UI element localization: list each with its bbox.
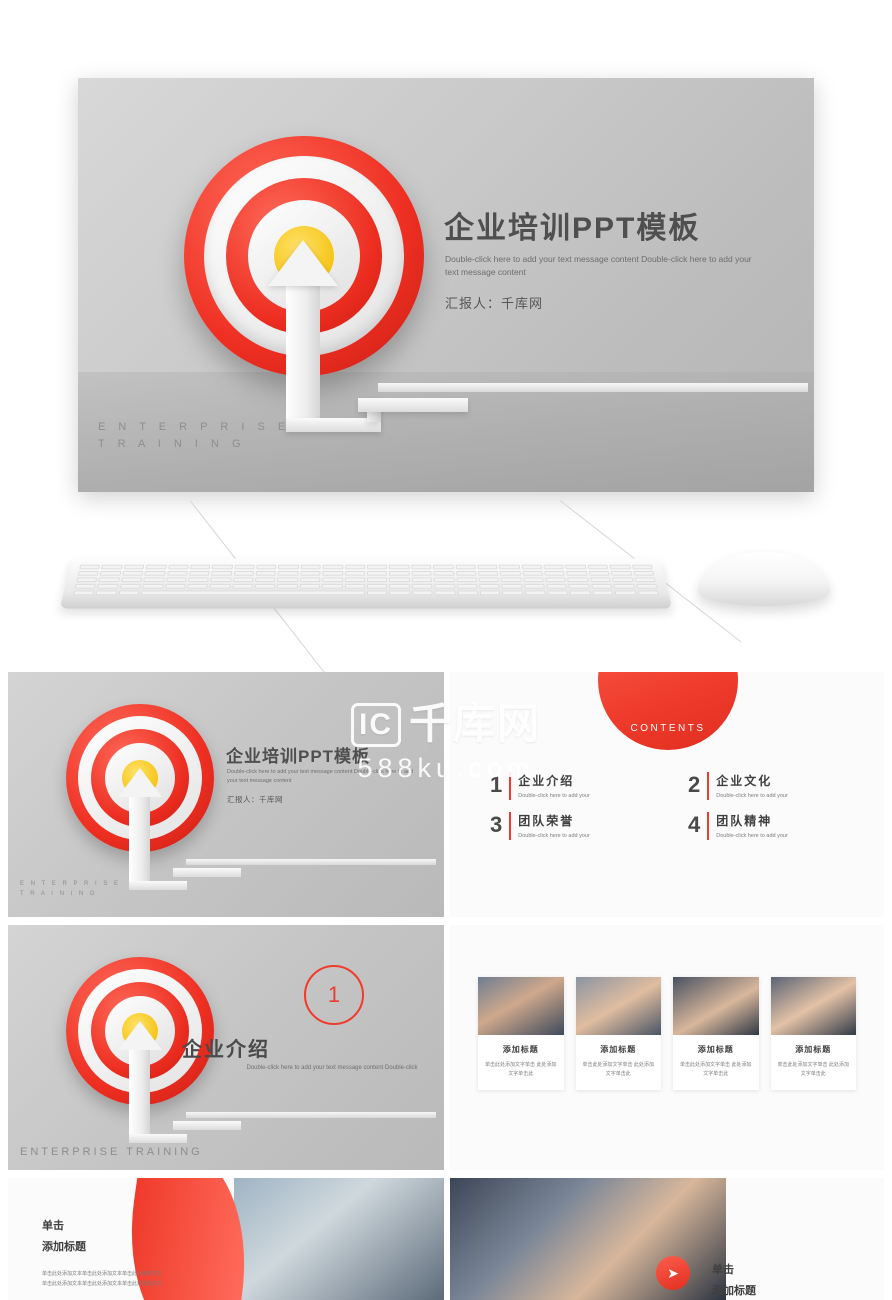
card-description: 单击此处添加文字单击 此处添加文字单击此: [582, 1062, 654, 1077]
chapter-title: 企业介绍: [182, 1039, 270, 1061]
keyboard-keys: [73, 564, 659, 596]
keyboard-row: [79, 564, 653, 570]
hero-en-line-2: T R A I N I N G: [98, 437, 246, 450]
mini-floor-bar: [186, 859, 436, 865]
card-title: 添加标题: [697, 1045, 734, 1054]
contents-item-number: 3: [490, 812, 503, 837]
contents-badge: CONTENTS: [598, 672, 738, 750]
contents-item-title: 企业介绍: [518, 774, 575, 788]
chapter-en-caption: ENTERPRISE TRAINING: [20, 1146, 203, 1158]
slide-thumbnail-title[interactable]: 企业培训PPT模板 Double-click here to add your …: [8, 672, 444, 917]
hero-subtitle: Double-click here to add your text messa…: [445, 254, 752, 278]
thumb-en-caption: E N T E R P R I S E T R A I N I N G: [20, 879, 121, 899]
arrow-shaft: [286, 274, 320, 424]
slide-four-cards[interactable]: 添加标题 单击此处添加文字单击 此处添加文字单击此 添加标题 单击此处添加文字单…: [450, 925, 884, 1170]
chapter-stair-step-2: [173, 1121, 241, 1130]
stair-step-2: [358, 398, 468, 412]
chapter-number-badge: 1: [304, 965, 364, 1025]
card-description: 单击此处添加文字单击 此处添加文字单击此: [485, 1062, 557, 1077]
keyboard-row: [76, 577, 656, 583]
contents-item-divider: [509, 772, 512, 800]
contents-item-sub: Double-click here to add your: [518, 833, 590, 839]
hero-presenter: 汇报人：千库网: [445, 296, 544, 311]
contents-badge-label: CONTENTS: [630, 723, 706, 734]
thumb-presenter: 汇报人：千库网: [227, 795, 283, 804]
slide-contents[interactable]: CONTENTS 1 企业介绍 Double-click here to add…: [450, 672, 884, 917]
mini-stair-step-1: [129, 881, 187, 890]
contents-list: 1 企业介绍 Double-click here to add your 2 企…: [490, 772, 856, 840]
hero-title: 企业培训PPT模板: [444, 212, 701, 245]
card-title: 添加标题: [502, 1045, 539, 1054]
hero-en-line-1: E N T E R P R I S E: [98, 421, 291, 433]
mini-arrow-shaft: [129, 790, 150, 885]
thumb-subtitle: Double-click here to add your text messa…: [227, 769, 414, 784]
contents-item-2[interactable]: 2 企业文化 Double-click here to add your: [688, 772, 856, 800]
chapter-subtitle: Double-click here to add your text messa…: [246, 1065, 418, 1071]
keyboard-row: [73, 590, 659, 596]
card-photo: [770, 977, 856, 1035]
bottom-left-photo: [234, 1178, 444, 1300]
card-item[interactable]: 添加标题 单击此处添加文字单击 此处添加文字单击此: [575, 977, 661, 1090]
contents-item-sub: Double-click here to add your: [716, 793, 788, 799]
slide-bottom-right[interactable]: ➤ 单击 添加标题: [450, 1178, 884, 1300]
floor-bar: [378, 383, 808, 392]
card-photo: [673, 977, 759, 1035]
thumb-en-line-1: E N T E R P R I S E: [20, 880, 121, 887]
contents-item-number: 2: [688, 772, 701, 797]
contents-item-title: 企业文化: [716, 774, 773, 788]
card-description: 单击此处添加文字单击 此处添加文字单击此: [777, 1062, 849, 1077]
contents-item-divider: [707, 812, 710, 840]
bottom-left-body: 单击此处添加文本单击此处添加文本单击此处添加文本 单击此处添加文本单击此处添加文…: [42, 1271, 163, 1287]
hero-slide: 企业培训PPT模板 Double-click here to add your …: [78, 78, 814, 492]
contents-item-title: 团队荣誉: [518, 814, 575, 828]
contents-item-divider: [707, 772, 710, 800]
contents-item-3[interactable]: 3 团队荣誉 Double-click here to add your: [490, 812, 658, 840]
card-item[interactable]: 添加标题 单击此处添加文字单击 此处添加文字单击此: [673, 977, 759, 1090]
keyboard-row: [74, 583, 658, 589]
contents-item-4[interactable]: 4 团队精神 Double-click here to add your: [688, 812, 856, 840]
slide-chapter[interactable]: 1 企业介绍 Double-click here to add your tex…: [8, 925, 444, 1170]
mini-stair-step-2: [173, 868, 241, 877]
keyboard-image: [59, 558, 673, 609]
contents-item-number: 4: [688, 812, 701, 837]
keyboard-row: [77, 571, 655, 576]
thumb-title: 企业培训PPT模板: [226, 747, 371, 766]
mouse-image: [698, 552, 830, 606]
bottom-left-title: 单击 添加标题: [42, 1220, 86, 1253]
card-description: 单击此处添加文字单击 此处添加文字单击此: [680, 1062, 752, 1077]
contents-item-sub: Double-click here to add your: [716, 833, 788, 839]
hero-en-caption: E N T E R P R I S E T R A I N I N G: [98, 419, 290, 452]
contents-item-sub: Double-click here to add your: [518, 793, 590, 799]
thumb-en-line-2: T R A I N I N G: [20, 890, 98, 897]
mini-arrow-head-icon: [118, 768, 162, 797]
chapter-floor-bar: [186, 1112, 436, 1118]
card-title: 添加标题: [795, 1045, 832, 1054]
slide-bottom-left[interactable]: 单击 添加标题 单击此处添加文本单击此处添加文本单击此处添加文本 单击此处添加文…: [8, 1178, 444, 1300]
bottom-right-title: 单击 添加标题: [712, 1264, 756, 1297]
card-photo: [478, 977, 564, 1035]
chapter-stair-step-1: [129, 1134, 187, 1143]
contents-item-1[interactable]: 1 企业介绍 Double-click here to add your: [490, 772, 658, 800]
contents-item-number: 1: [490, 772, 503, 797]
card-grid: 添加标题 单击此处添加文字单击 此处添加文字单击此 添加标题 单击此处添加文字单…: [478, 977, 856, 1090]
card-photo: [575, 977, 661, 1035]
card-item[interactable]: 添加标题 单击此处添加文字单击 此处添加文字单击此: [478, 977, 564, 1090]
arrow-head-icon: [268, 240, 338, 286]
card-item[interactable]: 添加标题 单击此处添加文字单击 此处添加文字单击此: [770, 977, 856, 1090]
contents-item-title: 团队精神: [716, 814, 773, 828]
send-icon: ➤: [656, 1256, 690, 1290]
contents-item-divider: [509, 812, 512, 840]
card-title: 添加标题: [600, 1045, 637, 1054]
